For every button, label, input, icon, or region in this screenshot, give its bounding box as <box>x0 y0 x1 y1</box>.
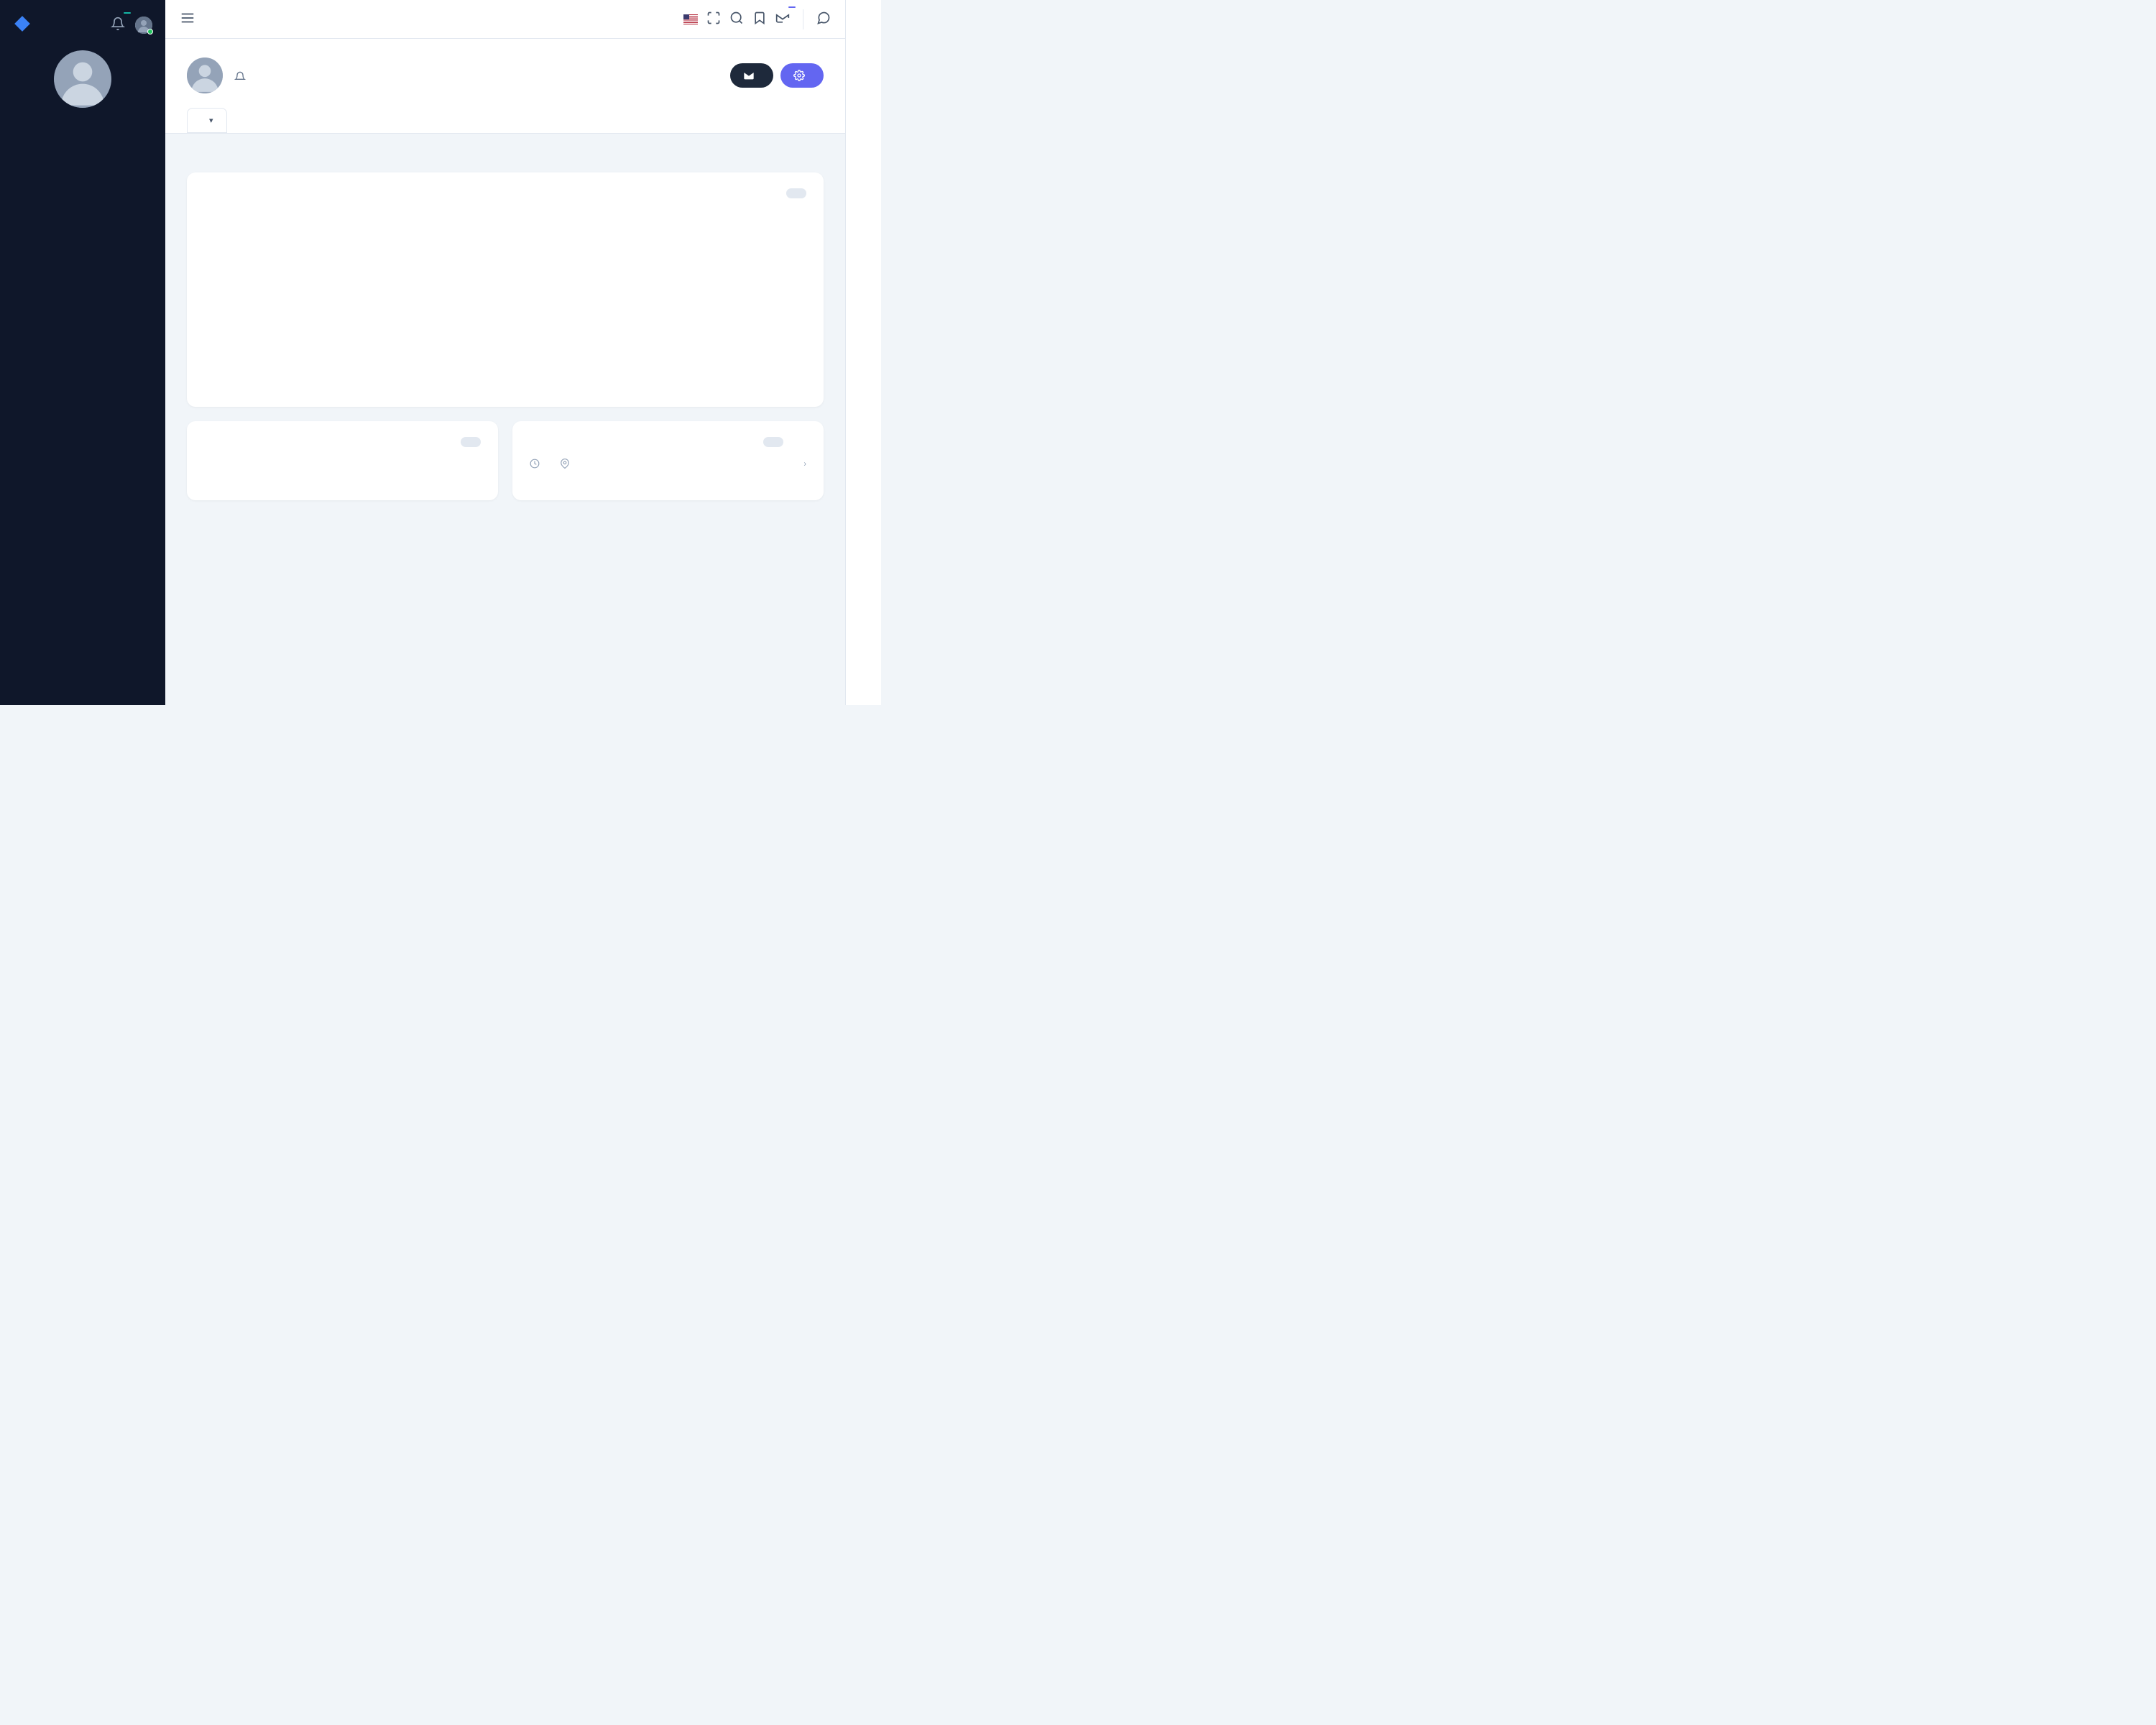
range-last-week[interactable] <box>438 437 458 447</box>
chevron-right-icon: › <box>803 459 806 469</box>
page-header: ▾ <box>165 39 845 134</box>
messages-button[interactable] <box>730 63 773 88</box>
task-distribution-panel <box>187 421 498 500</box>
range-today[interactable] <box>763 437 783 447</box>
github-issues-panel <box>187 172 824 407</box>
user-profile-block <box>0 40 165 131</box>
menu-toggle-icon[interactable] <box>180 10 195 29</box>
bookmark-icon[interactable] <box>752 11 767 28</box>
user-avatar[interactable] <box>54 50 111 108</box>
topbar <box>165 0 845 39</box>
quick-panel <box>845 0 881 705</box>
range-this-week[interactable] <box>461 437 481 447</box>
clock-icon <box>530 459 540 469</box>
chat-panel-icon[interactable] <box>816 11 831 28</box>
bell-icon <box>234 71 246 83</box>
language-flag-icon[interactable] <box>683 14 698 24</box>
chevron-down-icon: ▾ <box>209 116 213 125</box>
notification-badge <box>124 12 131 14</box>
range-last-week[interactable] <box>763 188 783 198</box>
schedule-event[interactable]: › <box>530 459 806 469</box>
project-selector[interactable]: ▾ <box>187 108 227 133</box>
range-tomorrow[interactable] <box>786 437 806 447</box>
mail-icon[interactable] <box>775 11 790 28</box>
issues-chart <box>204 218 497 391</box>
tabs-strip <box>165 134 845 154</box>
mail-badge <box>788 6 796 8</box>
app-logo-icon <box>13 14 32 36</box>
range-this-week[interactable] <box>786 188 806 198</box>
user-menu-icon[interactable] <box>135 17 152 34</box>
schedule-panel: › <box>512 421 824 500</box>
settings-button[interactable] <box>780 63 824 88</box>
notifications-icon[interactable] <box>111 17 125 34</box>
sidebar <box>0 0 165 705</box>
header-avatar <box>187 58 223 93</box>
location-icon <box>560 459 570 469</box>
fullscreen-icon[interactable] <box>706 11 721 28</box>
search-icon[interactable] <box>729 11 744 28</box>
